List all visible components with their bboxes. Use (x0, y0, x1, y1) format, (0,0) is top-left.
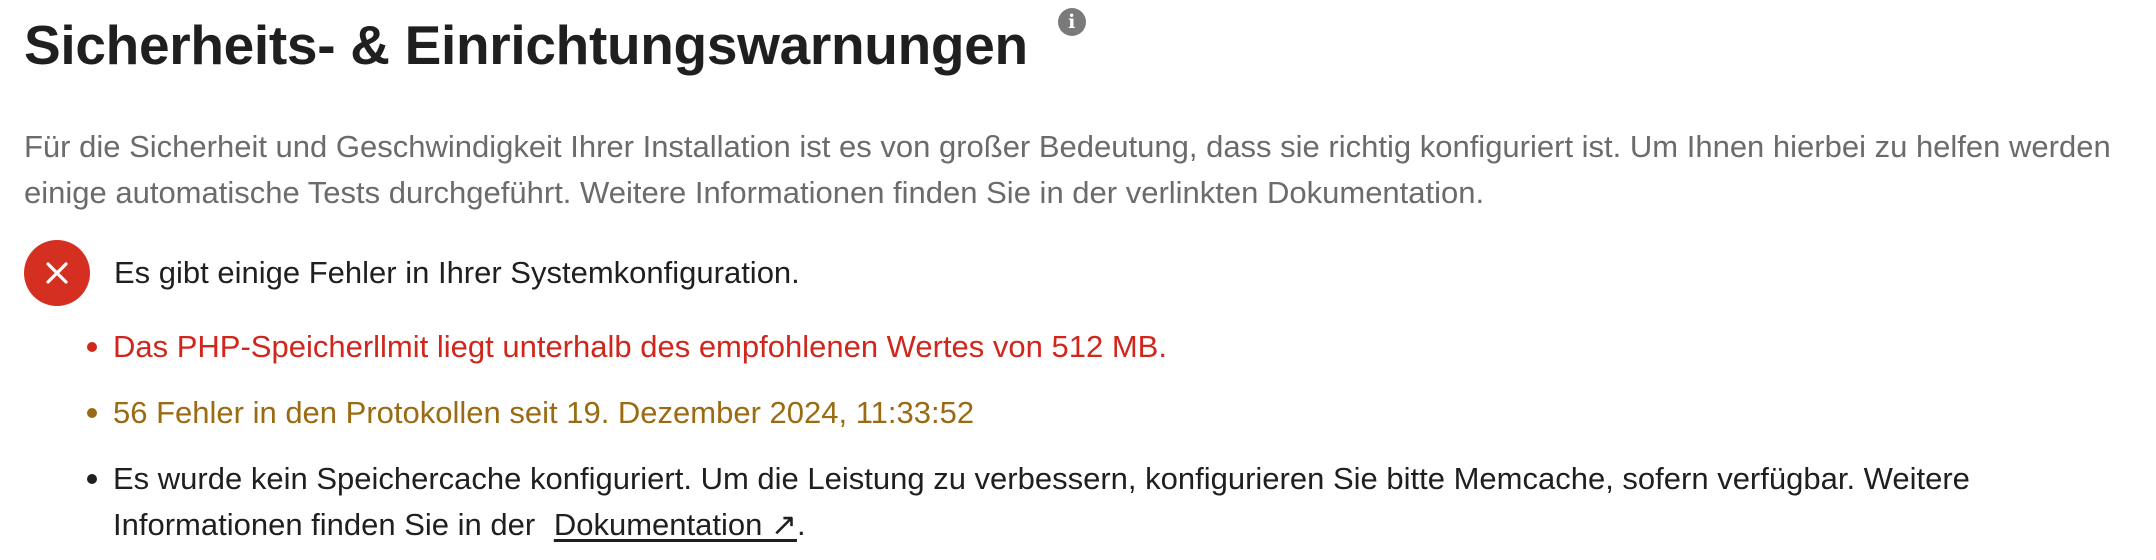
issue-memory-cache: Es wurde kein Speichercache konfiguriert… (87, 456, 2133, 548)
issue-log-errors: 56 Fehler in den Protokollen seit 19. De… (87, 390, 2133, 436)
issue-text: 56 Fehler in den Protokollen seit 19. De… (113, 395, 975, 430)
error-status-icon (24, 240, 90, 306)
security-setup-warnings-section: Sicherheits- & Einrichtungswarnungen i F… (0, 0, 2156, 560)
bullet-icon (87, 474, 97, 484)
bullet-icon (87, 408, 97, 418)
page-title: Sicherheits- & Einrichtungswarnungen (24, 14, 1028, 76)
issue-memory-limit: Das PHP-Speicherllmit liegt unterhalb de… (87, 324, 2133, 370)
documentation-link[interactable]: Dokumentation ↗ (554, 507, 797, 542)
close-icon (46, 262, 68, 284)
issue-trailing-period: . (796, 507, 806, 542)
issue-text: Das PHP-Speicherllmit liegt unterhalb de… (113, 329, 1167, 364)
issue-text: Es wurde kein Speichercache konfiguriert… (113, 461, 1970, 542)
bullet-icon (87, 342, 97, 352)
section-description: Für die Sicherheit und Geschwindigkeit I… (24, 129, 2111, 210)
issues-list: Das PHP-Speicherllmit liegt unterhalb de… (87, 324, 2133, 560)
info-icon[interactable]: i (1057, 8, 1086, 36)
title-row: Sicherheits- & Einrichtungswarnungen i (24, 8, 1086, 82)
status-row: Es gibt einige Fehler in Ihrer Systemkon… (24, 240, 800, 306)
status-text: Es gibt einige Fehler in Ihrer Systemkon… (114, 255, 800, 290)
